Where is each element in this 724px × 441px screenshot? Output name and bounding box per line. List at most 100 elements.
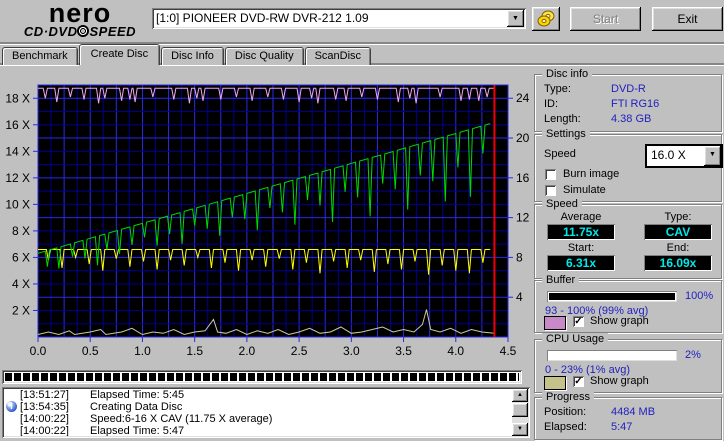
log-time: [13:51:27] [20, 389, 69, 401]
y-left-tick-label: 10 X [5, 197, 30, 211]
burn-image-checkbox[interactable] [545, 169, 556, 180]
logo-nero: nero [48, 0, 112, 28]
y-left-tick-label: 16 X [5, 118, 30, 132]
x-tick-label: 0.5 [82, 344, 99, 358]
start-button[interactable]: Start [570, 7, 641, 31]
y-right-tick-label: 24 [516, 91, 530, 105]
speed-results-title: Speed [542, 198, 582, 210]
cpu-usage-group: CPU Usage 2% 0 - 23% (1% avg) ✓ Show gra… [534, 333, 722, 393]
y-right-tick-label: 20 [516, 131, 530, 145]
disc-stack-icon [537, 10, 555, 27]
cpu-show-graph-checkbox[interactable]: ✓ [573, 376, 584, 387]
buffer-bar [547, 291, 677, 302]
tab-bar: Benchmark Create Disc Disc Info Disc Qualit… [2, 44, 372, 65]
y-right-tick-label: 4 [516, 290, 523, 304]
tab-disc-info[interactable]: Disc Info [161, 47, 224, 65]
y-right-tick-label: 8 [516, 250, 523, 264]
toolbar: nero CD·DVD SPEED [1:0] PIONEER DVD-RW DV… [0, 0, 724, 45]
nero-cdspeed-logo: nero CD·DVD SPEED [10, 0, 150, 39]
log-scrollbar[interactable]: ▲ ▼ [512, 389, 528, 436]
x-tick-label: 3.5 [395, 344, 412, 358]
scroll-thumb[interactable] [512, 403, 528, 417]
disc-length-label: Length: [544, 113, 581, 125]
speed-select-dropdown[interactable]: 16.0 X ▼ [645, 144, 723, 168]
settings-group: Settings Speed 16.0 X ▼ Burn image Simul… [534, 128, 723, 202]
y-left-tick-label: 18 X [5, 91, 30, 105]
app-window: nero CD·DVD SPEED [1:0] PIONEER DVD-RW DV… [0, 0, 724, 441]
drive-selector-dropdown[interactable]: [1:0] PIONEER DVD-RW DVR-212 1.09 ▼ [152, 8, 526, 29]
disc-info-group: Disc info Type: DVD-R ID: FTI RG16 Length:… [534, 68, 722, 132]
y-left-tick-label: 4 X [12, 277, 30, 291]
info-icon: i [6, 401, 17, 412]
log-entry: [14:00:22] Elapsed Time: 5:47 [4, 425, 511, 436]
log-text: Elapsed Time: 5:47 [90, 425, 185, 436]
average-label: Average [560, 211, 602, 223]
buffer-bar-fill [549, 293, 675, 300]
cpu-show-graph-label: Show graph [590, 375, 649, 387]
log-text: Creating Data Disc [90, 401, 183, 413]
speed-dropdown-arrow[interactable]: ▼ [704, 146, 721, 166]
y-left-tick-label: 6 X [12, 250, 30, 264]
buffer-group: Buffer 100% 93 - 100% (99% avg) ✓ Show g… [534, 274, 722, 333]
tab-create-disc[interactable]: Create Disc [78, 44, 161, 65]
progress-title: Progress [542, 391, 595, 403]
end-speed-label: End: [666, 242, 690, 254]
burn-progress-bar [2, 370, 522, 384]
burn-image-label: Burn image [563, 168, 620, 180]
end-speed-value: 16.09x [644, 255, 712, 271]
buffer-show-graph-checkbox[interactable]: ✓ [573, 316, 584, 327]
write-speed-chart: 2 X 4 X 6 X 8 X 10 X 12 X 14 X 16 X 18 X 4 8 12 16 20… [5, 84, 530, 358]
y-right-tick-label: 12 [516, 211, 530, 225]
buffer-title: Buffer [542, 274, 580, 286]
disc-type-label: Type: [544, 83, 571, 95]
drive-dropdown-arrow[interactable]: ▼ [507, 10, 524, 27]
simulate-label: Simulate [563, 184, 606, 196]
speed-select-value: 16.0 X [651, 148, 686, 162]
position-label: Position: [544, 406, 587, 418]
log-time: [14:00:22] [20, 425, 69, 436]
x-tick-label: 0.0 [30, 344, 47, 358]
status-log[interactable]: [13:51:27] Elapsed Time: 5:45 i [13:54:35] C… [2, 387, 530, 438]
eject-disc-button[interactable] [532, 7, 560, 31]
y-left-tick-label: 2 X [12, 303, 30, 317]
cpu-percent: 2% [685, 349, 701, 361]
log-list: [13:51:27] Elapsed Time: 5:45 i [13:54:35] C… [4, 389, 511, 436]
simulate-checkbox[interactable] [545, 185, 556, 196]
cpu-bar [547, 350, 677, 361]
start-speed-label: Start: [567, 242, 595, 254]
tab-disc-quality[interactable]: Disc Quality [224, 47, 304, 65]
scroll-down-button[interactable]: ▼ [512, 423, 528, 436]
y-left-tick-label: 14 X [5, 144, 30, 158]
x-tick-label: 4.5 [500, 344, 517, 358]
buffer-color-swatch [544, 316, 566, 330]
y-left-tick-label: 8 X [12, 224, 30, 238]
logo-cdspeed: CD·DVD SPEED [23, 24, 137, 39]
elapsed-label: Elapsed: [544, 421, 587, 433]
speed-results-group: Speed Average 11.75x Type: CAV Start: 6.… [534, 198, 722, 279]
exit-button[interactable]: Exit [652, 7, 723, 31]
log-text: Speed:6-16 X CAV (11.75 X average) [90, 413, 273, 425]
tab-scandisc[interactable]: ScanDisc [304, 47, 372, 65]
x-tick-label: 2.0 [239, 344, 256, 358]
log-time: [13:54:35] [20, 401, 69, 413]
drive-selector-value: [1:0] PIONEER DVD-RW DVR-212 1.09 [156, 11, 369, 25]
type-label: Type: [664, 211, 692, 223]
scroll-up-button[interactable]: ▲ [512, 389, 528, 402]
burn-progress-fill [5, 373, 519, 381]
average-value: 11.75x [547, 224, 615, 240]
cpu-usage-title: CPU Usage [542, 333, 609, 345]
tab-benchmark[interactable]: Benchmark [2, 47, 78, 65]
log-text: Elapsed Time: 5:45 [90, 389, 185, 401]
type-value: CAV [644, 224, 712, 240]
elapsed-value: 5:47 [611, 421, 633, 433]
disc-type-value: DVD-R [611, 83, 646, 95]
y-left-tick-label: 12 X [5, 171, 30, 185]
cpu-color-swatch [544, 376, 566, 390]
log-time: [14:00:22] [20, 413, 69, 425]
log-entry: [14:00:22] Speed:6-16 X CAV (11.75 X aver… [4, 413, 511, 425]
position-value: 4484 MB [611, 406, 656, 418]
buffer-percent: 100% [685, 290, 714, 302]
y-right-tick-label: 16 [516, 171, 530, 185]
log-entry: i [13:54:35] Creating Data Disc [4, 401, 511, 413]
disc-id-label: ID: [544, 98, 559, 110]
